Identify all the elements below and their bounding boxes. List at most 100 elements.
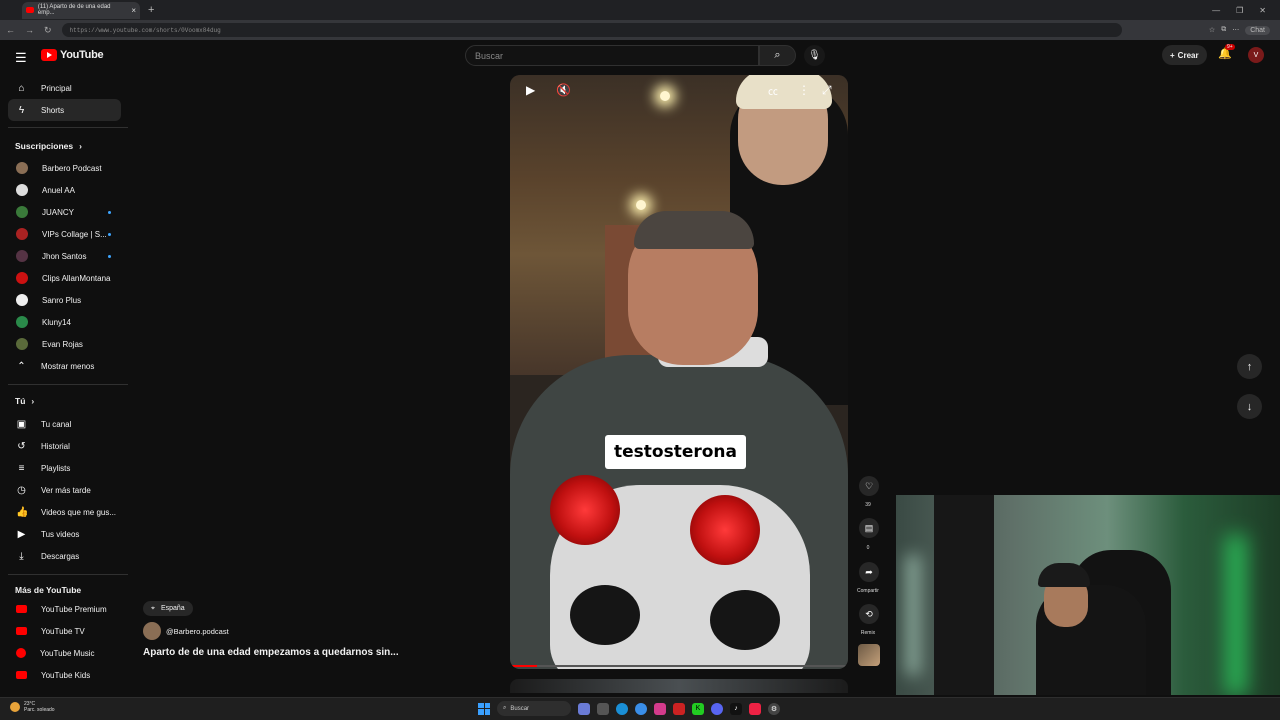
app-icon[interactable] [749, 702, 761, 715]
previous-short-button[interactable]: ↑ [1237, 354, 1262, 379]
channel-avatar [16, 250, 28, 262]
remix-button[interactable]: ⟲ [859, 604, 879, 624]
progress-bar[interactable] [510, 665, 848, 667]
sidebar-item-label: Descargas [41, 551, 80, 561]
sound-thumbnail[interactable] [858, 644, 880, 666]
file-explorer-icon[interactable] [597, 702, 609, 715]
next-short-preview[interactable] [510, 679, 848, 693]
fullscreen-icon[interactable]: ⤢ [822, 83, 832, 98]
tiktok-icon[interactable]: ♪ [730, 702, 742, 715]
divider [8, 127, 128, 128]
windows-start-icon[interactable] [478, 702, 490, 715]
sidebar-item-tu-canal[interactable]: ▣ Tu canal [8, 413, 121, 435]
extensions-icon[interactable]: ⧉ [1221, 26, 1226, 34]
next-short-button[interactable]: ↓ [1237, 394, 1262, 419]
youtube-logo[interactable]: YouTube [41, 49, 104, 61]
sidebar-sub-item[interactable]: Sanro Plus [8, 289, 121, 311]
back-icon[interactable]: ← [6, 25, 15, 36]
short-title[interactable]: Aparto de de una edad empezamos a quedar… [143, 647, 399, 658]
sidebar-item-ver-mas-tarde[interactable]: ◷ Ver más tarde [8, 479, 121, 501]
create-button[interactable]: + Crear [1162, 45, 1207, 65]
minimize-icon[interactable]: — [1212, 6, 1220, 15]
close-window-icon[interactable]: ✕ [1259, 6, 1266, 15]
sidebar-sub-item[interactable]: JUANCY [8, 201, 121, 223]
location-chip[interactable]: ⌖ España [143, 601, 193, 616]
voice-search-button[interactable]: 🎙 [804, 45, 825, 66]
star-icon[interactable]: ☆ [1209, 26, 1215, 34]
sidebar-sub-item[interactable]: Anuel AA [8, 179, 121, 201]
sidebar-sub-item[interactable]: Jhon Santos [8, 245, 121, 267]
sidebar-item-historial[interactable]: ↺ Historial [8, 435, 121, 457]
share-button[interactable]: ➦ [859, 562, 879, 582]
remix-label: Remix [860, 630, 876, 636]
search-button[interactable]: ⌕ [759, 45, 796, 66]
video-skull-eye [570, 585, 640, 645]
channel-avatar [143, 622, 161, 640]
playlist-icon: ≡ [18, 462, 25, 474]
app-icon[interactable] [578, 702, 590, 715]
video-caption: testosterona [605, 435, 746, 469]
sidebar-item-label: YouTube Music [40, 648, 95, 658]
chat-button[interactable]: Chat [1245, 25, 1270, 35]
sidebar-item-music[interactable]: YouTube Music [8, 642, 121, 664]
chrome-icon[interactable] [635, 702, 647, 715]
sidebar-item-descargas[interactable]: ⤓ Descargas [8, 545, 121, 567]
sidebar-item-tv[interactable]: YouTube TV [8, 620, 121, 642]
sidebar-item-principal[interactable]: ⌂ Principal [8, 77, 121, 99]
menu-dots-icon[interactable]: ⋯ [1232, 26, 1239, 34]
sidebar-sub-item[interactable]: Clips AllanMontana [8, 267, 121, 289]
sidebar-item-label: Anuel AA [42, 185, 75, 195]
video-rose [550, 475, 620, 545]
restore-icon[interactable]: ❐ [1236, 6, 1243, 15]
like-button[interactable]: ♡ [859, 476, 879, 496]
notification-badge: 9+ [1225, 44, 1235, 50]
sidebar-item-label: YouTube TV [41, 626, 85, 636]
sidebar-item-tus-videos[interactable]: ▶ Tus videos [8, 523, 121, 545]
location-label: España [160, 605, 185, 612]
mute-icon[interactable]: 🔇 [556, 83, 571, 97]
sidebar-item-kids[interactable]: YouTube Kids [8, 664, 121, 686]
sidebar-item-liked[interactable]: 👍 Videos que me gus... [8, 501, 121, 523]
captions-icon[interactable]: ㏄ [768, 83, 778, 98]
like-count: 39 [865, 502, 871, 508]
new-content-dot [108, 210, 111, 214]
channel-name: @Barbero.podcast [166, 626, 229, 636]
sidebar-item-premium[interactable]: YouTube Premium [8, 598, 121, 620]
edge-icon[interactable] [616, 702, 628, 715]
subscriptions-header[interactable]: Suscripciones › [15, 141, 82, 151]
sidebar-item-playlists[interactable]: ≡ Playlists [8, 457, 121, 479]
video-barber-hair [736, 75, 832, 109]
search-input[interactable]: Buscar [465, 45, 759, 66]
youtube-app-icon[interactable] [673, 702, 685, 715]
hamburger-menu-icon[interactable]: ☰ [15, 50, 27, 66]
notifications-button[interactable]: 🔔 9+ [1218, 44, 1235, 60]
show-less-button[interactable]: ⌃ Mostrar menos [8, 355, 121, 377]
new-tab-icon[interactable]: + [148, 4, 154, 16]
browser-tab[interactable]: (11) Aparto de de una edad emp... × [22, 1, 140, 19]
play-icon[interactable]: ▶ [526, 83, 535, 97]
sidebar-sub-item[interactable]: Evan Rojas [8, 333, 121, 355]
comment-button[interactable]: ▤ [859, 518, 879, 538]
account-avatar[interactable]: V [1248, 47, 1264, 63]
close-tab-icon[interactable]: × [131, 6, 136, 15]
taskbar-search[interactable]: ⌕ Buscar [497, 701, 571, 716]
sidebar-sub-item[interactable]: Barbero Podcast [8, 157, 121, 179]
weather-condition: Parc. soleado [24, 707, 55, 713]
weather-widget[interactable]: 23°C Parc. soleado [10, 701, 55, 713]
more-options-icon[interactable]: ⋮ [798, 83, 810, 97]
sidebar-item-shorts[interactable]: ϟ Shorts [8, 99, 121, 121]
you-header[interactable]: Tú › [15, 396, 34, 406]
channel-link[interactable]: @Barbero.podcast [143, 622, 229, 640]
kick-icon[interactable]: K [692, 702, 704, 715]
discord-icon[interactable] [711, 702, 723, 715]
sidebar-sub-item[interactable]: Kluny14 [8, 311, 121, 333]
settings-icon[interactable]: ⚙ [768, 702, 780, 715]
youtube-favicon-icon [26, 7, 34, 13]
instagram-icon[interactable] [654, 702, 666, 715]
reload-icon[interactable]: ↻ [44, 25, 52, 36]
url-field[interactable]: https://www.youtube.com/shorts/0Voomx84d… [61, 23, 1122, 37]
shorts-player[interactable]: testosterona ▶ 🔇 ㏄ ⋮ ⤢ [510, 75, 848, 669]
sidebar-sub-item[interactable]: VIPs Collage | S... [8, 223, 121, 245]
forward-icon[interactable]: → [25, 25, 34, 36]
tab-title: (11) Aparto de de una edad emp... [37, 4, 111, 16]
